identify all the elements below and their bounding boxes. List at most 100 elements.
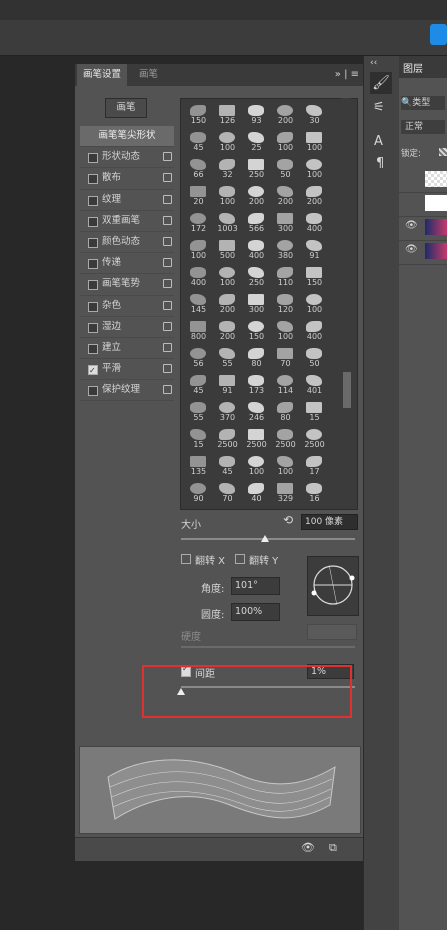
brush-tip-cell[interactable]: 15 — [185, 427, 212, 452]
brush-tip-cell[interactable]: 370 — [214, 400, 241, 425]
brush-tip-cell[interactable]: 100 — [301, 130, 328, 155]
brush-tip-cell[interactable]: 200 — [243, 184, 270, 209]
brush-tip-cell[interactable]: 100 — [272, 454, 299, 479]
brush-tip-cell[interactable]: 150 — [301, 265, 328, 290]
option-checkbox[interactable] — [88, 216, 98, 227]
option-checkbox[interactable] — [88, 153, 98, 164]
brush-tip-cell[interactable]: 172 — [185, 211, 212, 236]
brush-option-item[interactable]: 保护纹理 — [80, 380, 174, 402]
brush-tip-cell[interactable]: 30 — [301, 103, 328, 128]
brush-tip-cell[interactable]: 25 — [243, 130, 270, 155]
brush-tip-cell[interactable]: 2500 — [214, 427, 241, 452]
brush-tip-cell[interactable]: 300 — [243, 292, 270, 317]
brush-tip-cell[interactable]: 70 — [272, 346, 299, 371]
brush-tip-cell[interactable]: 400 — [301, 211, 328, 236]
brush-tip-cell[interactable]: 100 — [214, 265, 241, 290]
collapse-icon[interactable]: ‹‹ — [370, 58, 377, 68]
eye-toggle-icon[interactable]: 👁 — [301, 841, 315, 854]
roundness-input[interactable]: 100% — [231, 603, 280, 621]
brush-option-item[interactable]: 传递 — [80, 253, 174, 275]
tab-brush-settings[interactable]: 画笔设置 — [77, 64, 128, 86]
layer-row[interactable]: 👁 — [399, 216, 447, 241]
brush-icon[interactable]: 🖌 — [370, 72, 392, 94]
brush-tip-cell[interactable]: 100 — [272, 319, 299, 344]
brush-option-item[interactable]: 画笔笔势 — [80, 274, 174, 296]
option-checkbox[interactable] — [88, 174, 98, 185]
brush-tip-cell[interactable]: 200 — [214, 292, 241, 317]
option-checkbox[interactable] — [88, 386, 98, 397]
brush-settings-icon[interactable]: ⚟ — [373, 100, 385, 115]
brush-presets-button[interactable]: 画笔 — [105, 98, 147, 118]
brush-tip-cell[interactable]: 100 — [185, 238, 212, 263]
option-checkbox[interactable] — [88, 280, 98, 291]
lock-icon[interactable] — [163, 173, 172, 183]
brush-tip-cell[interactable]: 200 — [214, 319, 241, 344]
option-checkbox[interactable] — [88, 322, 98, 333]
brush-tip-cell[interactable]: 380 — [272, 238, 299, 263]
reset-size-icon[interactable]: ⟲ — [283, 513, 293, 527]
lock-icon[interactable] — [163, 258, 172, 268]
option-checkbox[interactable] — [88, 195, 98, 206]
option-checkbox[interactable] — [88, 343, 98, 354]
brush-tip-cell[interactable]: 91 — [214, 373, 241, 398]
eye-visibility-icon[interactable]: 👁 — [405, 220, 418, 231]
brush-option-item[interactable]: 画笔笔尖形状 — [80, 126, 174, 148]
brush-tip-cell[interactable]: 100 — [301, 157, 328, 182]
brush-tip-cell[interactable]: 145 — [185, 292, 212, 317]
layer-row[interactable] — [399, 168, 447, 193]
brush-tip-cell[interactable]: 120 — [272, 292, 299, 317]
panel-menu-icon[interactable]: » | ≡ — [335, 64, 359, 86]
brush-option-item[interactable]: 湿边 — [80, 317, 174, 338]
size-slider-knob[interactable] — [261, 535, 269, 542]
brush-tip-cell[interactable]: 55 — [214, 346, 241, 371]
brush-tip-cell[interactable]: 400 — [301, 319, 328, 344]
option-checkbox[interactable] — [88, 259, 98, 270]
brush-option-item[interactable]: 平滑 — [80, 359, 174, 381]
angle-input[interactable]: 101° — [231, 577, 280, 595]
tab-brushes[interactable]: 画笔 — [133, 64, 164, 86]
brush-tip-cell[interactable]: 50 — [301, 346, 328, 371]
brush-tip-cell[interactable]: 150 — [243, 319, 270, 344]
brush-tip-cell[interactable]: 45 — [185, 130, 212, 155]
brush-tip-cell[interactable]: 200 — [272, 103, 299, 128]
lock-icon[interactable] — [163, 279, 172, 289]
brush-option-item[interactable]: 散布 — [80, 168, 174, 190]
brush-tip-cell[interactable]: 100 — [301, 292, 328, 317]
brush-tip-cell[interactable]: 2500 — [243, 427, 270, 452]
brush-tip-cell[interactable]: 100 — [243, 454, 270, 479]
blend-mode-select[interactable]: 正常 — [401, 120, 445, 134]
brush-tip-cell[interactable]: 300 — [272, 211, 299, 236]
brush-tip-cell[interactable]: 100 — [214, 130, 241, 155]
angle-roundness-widget[interactable] — [307, 556, 359, 616]
brush-tip-cell[interactable]: 91 — [301, 238, 328, 263]
brush-tip-cell[interactable]: 90 — [185, 481, 212, 506]
lock-icon[interactable] — [163, 385, 172, 395]
brush-tip-cell[interactable]: 66 — [185, 157, 212, 182]
brush-tip-cell[interactable]: 566 — [243, 211, 270, 236]
brush-tip-cell[interactable]: 45 — [185, 373, 212, 398]
lock-icon[interactable] — [163, 194, 172, 204]
brush-tip-cell[interactable]: 70 — [214, 481, 241, 506]
new-preset-icon[interactable]: ⧉ — [329, 841, 337, 855]
brush-tip-cell[interactable]: 800 — [185, 319, 212, 344]
scrollbar-thumb[interactable] — [343, 372, 351, 408]
brush-tip-cell[interactable]: 329 — [272, 481, 299, 506]
flip-x-checkbox[interactable] — [181, 554, 191, 564]
brush-tip-cell[interactable]: 15 — [301, 400, 328, 425]
brush-tip-cell[interactable]: 400 — [243, 238, 270, 263]
brush-tip-cell[interactable]: 32 — [214, 157, 241, 182]
paragraph-icon[interactable]: ¶ — [376, 156, 384, 171]
brush-tip-cell[interactable]: 110 — [272, 265, 299, 290]
lock-icon[interactable] — [163, 364, 172, 374]
brush-tip-cell[interactable]: 100 — [272, 130, 299, 155]
brush-tip-cell[interactable]: 20 — [185, 184, 212, 209]
brush-grid-scrollbar[interactable] — [341, 98, 351, 508]
brush-tip-cell[interactable]: 80 — [272, 400, 299, 425]
brush-option-item[interactable]: 纹理 — [80, 190, 174, 211]
layer-row[interactable]: 👁 — [399, 240, 447, 265]
brush-option-item[interactable]: 建立 — [80, 338, 174, 360]
brush-tip-cell[interactable]: 100 — [214, 184, 241, 209]
lock-icon[interactable] — [163, 215, 172, 225]
brush-tip-cell[interactable]: 500 — [214, 238, 241, 263]
brush-tip-cell[interactable]: 17 — [301, 454, 328, 479]
